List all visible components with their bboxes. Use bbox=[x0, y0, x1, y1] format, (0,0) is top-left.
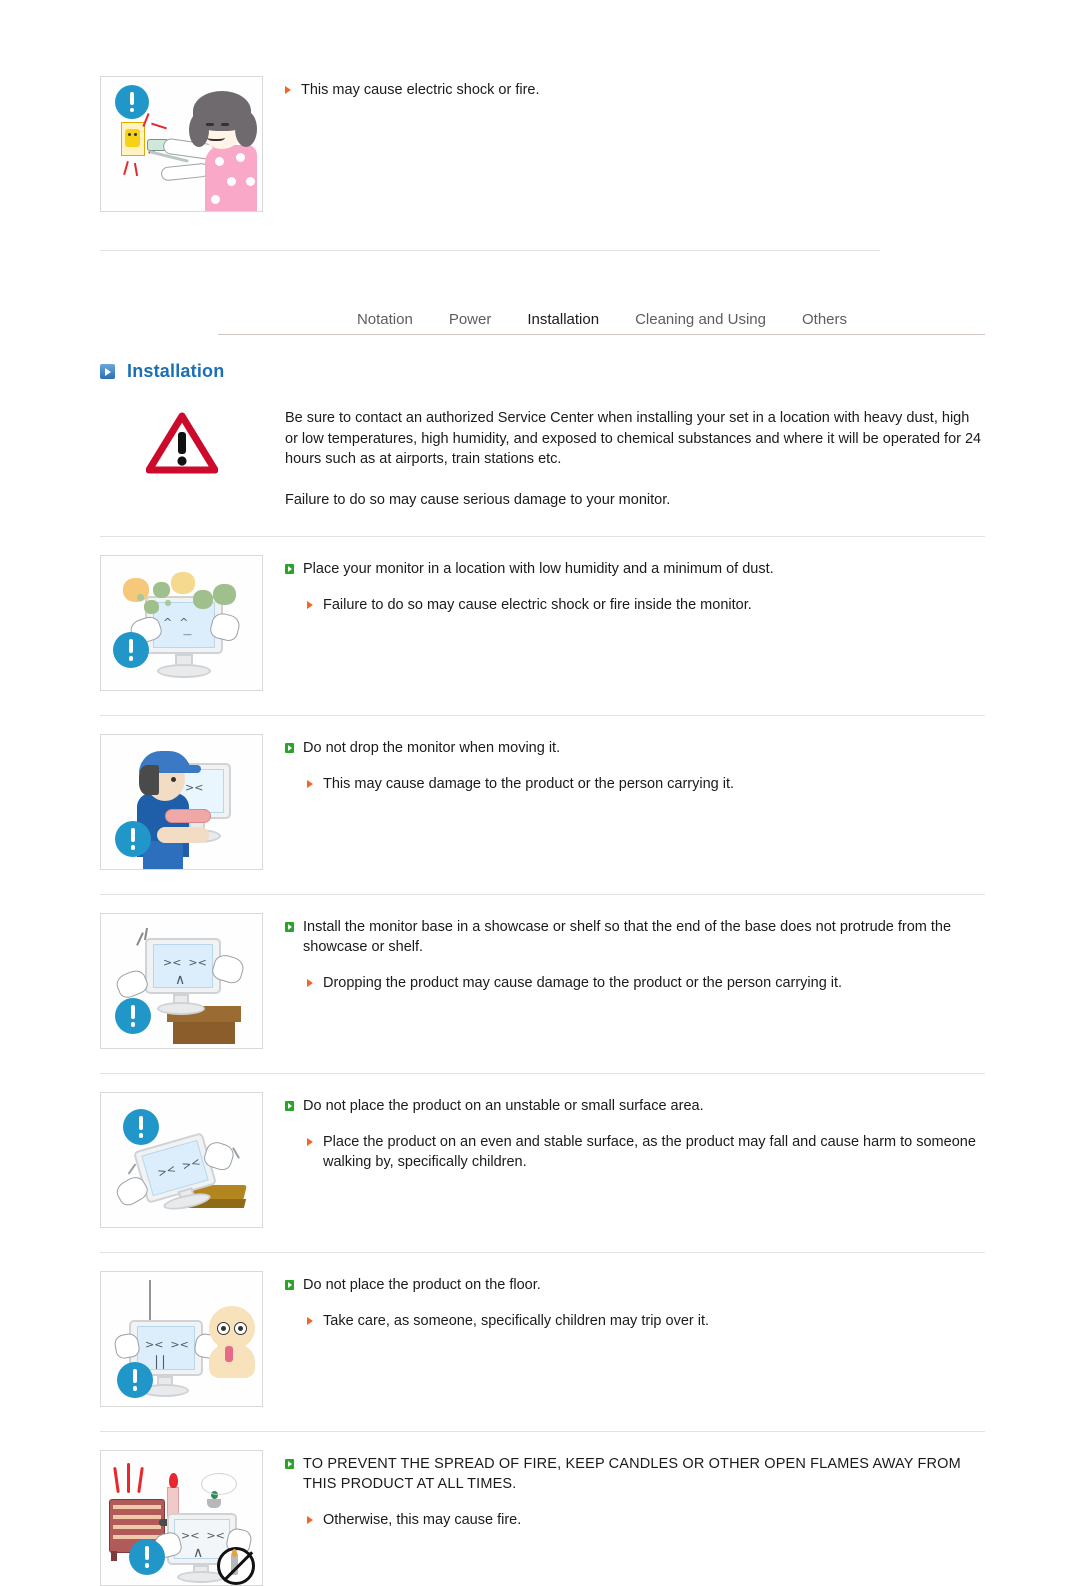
section-3-main-bullet: Install the monitor base in a showcase o… bbox=[285, 917, 985, 957]
orange-triangle-arrow-icon bbox=[307, 1317, 313, 1325]
figure-monitor-tipping-small-surface-illustration: >< >< bbox=[100, 1092, 263, 1228]
green-square-arrow-icon bbox=[285, 743, 294, 753]
figure-candle-heater-near-monitor-illustration: >< >< ∧ bbox=[100, 1450, 263, 1586]
document-page: This may cause electric shock or fire. N… bbox=[0, 0, 1080, 1586]
tab-bar: Notation Power Installation Cleaning and… bbox=[100, 293, 985, 335]
tab-notation[interactable]: Notation bbox=[339, 311, 431, 335]
figure-man-carrying-monitor-illustration: >< bbox=[100, 734, 263, 870]
section-row-4: >< >< Do not place the product on an uns… bbox=[0, 1092, 1080, 1228]
green-square-arrow-icon bbox=[285, 922, 294, 932]
section-3-sub-bullet: Dropping the product may cause damage to… bbox=[285, 973, 985, 993]
blue-play-square-icon bbox=[100, 364, 115, 379]
green-square-arrow-icon bbox=[285, 1101, 294, 1111]
section-4-sub-bullet: Place the product on an even and stable … bbox=[285, 1132, 985, 1172]
section-4-text-column: Do not place the product on an unstable … bbox=[285, 1092, 985, 1172]
tab-others[interactable]: Others bbox=[784, 311, 865, 335]
top-note-row: This may cause electric shock or fire. bbox=[0, 0, 1080, 212]
section-3-main-label: Install the monitor base in a showcase o… bbox=[303, 919, 952, 955]
section-2-main-bullet: Do not drop the monitor when moving it. bbox=[285, 738, 985, 758]
figure-woman-unplugging-illustration bbox=[100, 76, 263, 212]
tab-cleaning-and-using[interactable]: Cleaning and Using bbox=[617, 311, 784, 335]
section-5-sub-bullet: Take care, as someone, specifically chil… bbox=[285, 1311, 985, 1331]
orange-triangle-arrow-icon bbox=[307, 780, 313, 788]
warning-triangle-icon bbox=[100, 406, 263, 474]
section-4-main-bullet: Do not place the product on an unstable … bbox=[285, 1096, 985, 1116]
section-2-sub-label: This may cause damage to the product or … bbox=[323, 776, 735, 792]
section-6-text-column: TO PREVENT THE SPREAD OF FIRE, KEEP CAND… bbox=[285, 1450, 985, 1530]
section-3-text-column: Install the monitor base in a showcase o… bbox=[285, 913, 985, 993]
green-square-arrow-icon bbox=[285, 1280, 294, 1290]
section-5-sub-label: Take care, as someone, specifically chil… bbox=[323, 1313, 710, 1329]
section-row-2: >< Do not drop the monitor when moving i… bbox=[0, 734, 1080, 870]
tab-power[interactable]: Power bbox=[431, 311, 510, 335]
section-4-sub-label: Place the product on an even and stable … bbox=[323, 1134, 976, 1170]
section-6-main-label: TO PREVENT THE SPREAD OF FIRE, KEEP CAND… bbox=[303, 1456, 961, 1492]
intro-text-block: Be sure to contact an authorized Service… bbox=[285, 406, 985, 510]
tab-list[interactable]: Notation Power Installation Cleaning and… bbox=[339, 311, 865, 335]
intro-paragraph-2: Failure to do so may cause serious damag… bbox=[285, 491, 671, 508]
section-6-sub-bullet: Otherwise, this may cause fire. bbox=[285, 1510, 985, 1530]
divider-2 bbox=[100, 715, 985, 716]
warning-exclamation-icon bbox=[113, 632, 149, 668]
section-1-sub-label: Failure to do so may cause electric shoc… bbox=[323, 597, 752, 613]
section-6-sub-label: Otherwise, this may cause fire. bbox=[323, 1512, 522, 1528]
section-2-sub-bullet: This may cause damage to the product or … bbox=[285, 774, 985, 794]
warning-exclamation-icon bbox=[115, 85, 149, 119]
warning-exclamation-icon bbox=[123, 1109, 159, 1145]
divider-1 bbox=[100, 536, 985, 537]
section-1-main-label: Place your monitor in a location with lo… bbox=[303, 561, 774, 577]
top-note-bullet: This may cause electric shock or fire. bbox=[285, 80, 985, 100]
section-5-main-bullet: Do not place the product on the floor. bbox=[285, 1275, 985, 1295]
orange-triangle-arrow-icon bbox=[307, 1516, 313, 1524]
figure-monitor-on-floor-with-child-illustration: >< >< ∣∣ bbox=[100, 1271, 263, 1407]
divider-4 bbox=[100, 1073, 985, 1074]
orange-triangle-arrow-icon bbox=[307, 601, 313, 609]
section-2-text-column: Do not drop the monitor when moving it. … bbox=[285, 734, 985, 794]
orange-triangle-arrow-icon bbox=[285, 86, 291, 94]
section-1-sub-bullet: Failure to do so may cause electric shoc… bbox=[285, 595, 985, 615]
divider-6 bbox=[100, 1431, 985, 1432]
section-row-6: >< >< ∧ TO PREVENT THE SPREAD OF FIRE, K… bbox=[0, 1450, 1080, 1586]
page-title: Installation bbox=[100, 361, 1080, 382]
green-square-arrow-icon bbox=[285, 1459, 294, 1469]
intro-paragraph-1: Be sure to contact an authorized Service… bbox=[285, 410, 982, 467]
section-2-main-label: Do not drop the monitor when moving it. bbox=[303, 740, 561, 756]
figure-dusty-monitor-illustration: ^ ^ — bbox=[100, 555, 263, 691]
warning-exclamation-icon bbox=[115, 821, 151, 857]
top-note-label: This may cause electric shock or fire. bbox=[301, 82, 540, 98]
divider-3 bbox=[100, 894, 985, 895]
warning-exclamation-icon bbox=[117, 1362, 153, 1398]
orange-triangle-arrow-icon bbox=[307, 1138, 313, 1146]
section-6-main-bullet: TO PREVENT THE SPREAD OF FIRE, KEEP CAND… bbox=[285, 1454, 985, 1494]
section-5-text-column: Do not place the product on the floor. T… bbox=[285, 1271, 985, 1331]
section-1-main-bullet: Place your monitor in a location with lo… bbox=[285, 559, 985, 579]
section-4-main-label: Do not place the product on an unstable … bbox=[303, 1098, 704, 1114]
section-row-5: >< >< ∣∣ Do not place the product on the… bbox=[0, 1271, 1080, 1407]
page-title-label: Installation bbox=[127, 361, 225, 381]
section-1-text-column: Place your monitor in a location with lo… bbox=[285, 555, 985, 615]
orange-triangle-arrow-icon bbox=[307, 979, 313, 987]
tab-installation[interactable]: Installation bbox=[509, 311, 617, 335]
divider-top bbox=[100, 250, 880, 251]
green-square-arrow-icon bbox=[285, 564, 294, 574]
divider-5 bbox=[100, 1252, 985, 1253]
section-row-3: >< >< ∧ Install the monitor base in a sh… bbox=[0, 913, 1080, 1049]
section-3-sub-label: Dropping the product may cause damage to… bbox=[323, 975, 843, 991]
intro-row: Be sure to contact an authorized Service… bbox=[0, 406, 1080, 510]
top-note-text-column: This may cause electric shock or fire. bbox=[285, 76, 985, 100]
warning-exclamation-icon bbox=[115, 998, 151, 1034]
figure-monitor-on-shelf-edge-illustration: >< >< ∧ bbox=[100, 913, 263, 1049]
section-row-1: ^ ^ — Place your monitor in a location w… bbox=[0, 555, 1080, 691]
warning-exclamation-icon bbox=[129, 1539, 165, 1575]
section-5-main-label: Do not place the product on the floor. bbox=[303, 1277, 541, 1293]
